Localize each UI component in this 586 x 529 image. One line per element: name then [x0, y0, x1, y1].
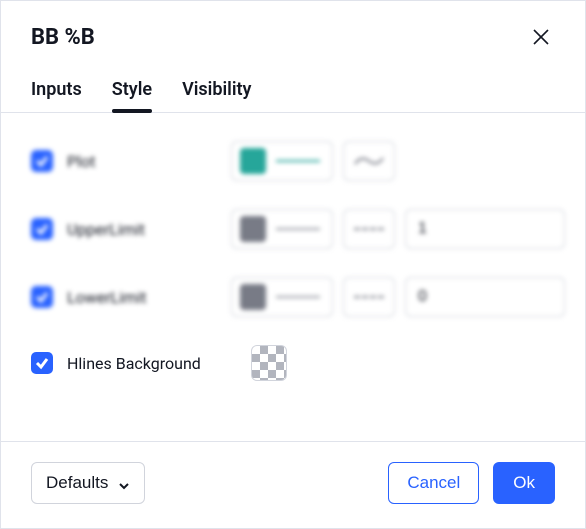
hlines-controls	[251, 345, 287, 381]
close-button[interactable]	[527, 23, 555, 51]
hlines-label: Hlines Background	[67, 354, 237, 373]
defaults-button[interactable]: Defaults	[31, 462, 145, 504]
tab-visibility[interactable]: Visibility	[182, 79, 251, 112]
dash-icon	[354, 296, 384, 298]
lowerlimit-color-line-picker[interactable]	[231, 277, 333, 317]
row-hlines-background: Hlines Background	[31, 345, 555, 381]
dialog-footer: Defaults Cancel Ok	[1, 441, 585, 528]
upperlimit-value-input[interactable]	[405, 209, 565, 249]
lowerlimit-dash-picker[interactable]	[343, 277, 395, 317]
upperlimit-dash-picker[interactable]	[343, 209, 395, 249]
cancel-button[interactable]: Cancel	[388, 462, 479, 504]
check-icon	[35, 290, 49, 304]
lowerlimit-color-swatch	[240, 284, 266, 310]
check-icon	[35, 154, 49, 168]
upperlimit-controls	[231, 209, 565, 249]
lowerlimit-line-sample	[276, 296, 320, 298]
check-icon	[35, 222, 49, 236]
plot-linestyle-picker[interactable]	[343, 141, 395, 181]
defaults-label: Defaults	[46, 473, 108, 493]
chevron-down-icon	[118, 477, 130, 489]
upperlimit-checkbox[interactable]	[31, 218, 53, 240]
plot-line-sample	[276, 160, 320, 162]
check-icon	[35, 356, 49, 370]
row-upperlimit: UpperLimit	[31, 209, 555, 249]
plot-color-line-picker[interactable]	[231, 141, 333, 181]
dash-icon	[354, 228, 384, 230]
close-icon	[531, 27, 551, 47]
settings-dialog: BB %B Inputs Style Visibility Plot	[0, 0, 586, 529]
lowerlimit-controls	[231, 277, 565, 317]
plot-checkbox[interactable]	[31, 150, 53, 172]
hlines-checkbox[interactable]	[31, 352, 53, 374]
upperlimit-color-swatch	[240, 216, 266, 242]
row-lowerlimit: LowerLimit	[31, 277, 555, 317]
dialog-title: BB %B	[31, 25, 95, 50]
tab-inputs[interactable]: Inputs	[31, 79, 82, 112]
footer-actions: Cancel Ok	[388, 462, 555, 504]
style-content: Plot UpperLimit	[1, 113, 585, 441]
lowerlimit-value-input[interactable]	[405, 277, 565, 317]
dialog-header: BB %B	[1, 1, 585, 61]
tab-style[interactable]: Style	[112, 79, 152, 112]
lowerlimit-label: LowerLimit	[67, 288, 217, 307]
tab-bar: Inputs Style Visibility	[1, 61, 585, 113]
plot-controls	[231, 141, 395, 181]
plot-color-swatch	[240, 148, 266, 174]
upperlimit-line-sample	[276, 228, 320, 230]
lowerlimit-checkbox[interactable]	[31, 286, 53, 308]
wave-icon	[354, 154, 384, 168]
row-plot: Plot	[31, 141, 555, 181]
hlines-color-picker[interactable]	[251, 345, 287, 381]
upperlimit-label: UpperLimit	[67, 220, 217, 239]
ok-button[interactable]: Ok	[493, 462, 555, 504]
plot-label: Plot	[67, 152, 217, 171]
upperlimit-color-line-picker[interactable]	[231, 209, 333, 249]
